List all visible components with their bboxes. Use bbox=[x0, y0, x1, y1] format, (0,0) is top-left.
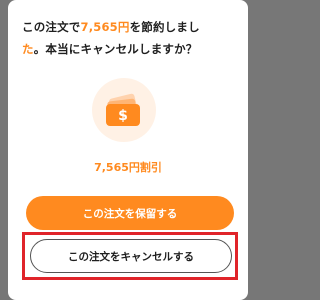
cancel-order-button[interactable]: この注文をキャンセルする bbox=[30, 239, 232, 273]
title-text-1: この注文で bbox=[22, 20, 81, 34]
wallet-dollar-icon: $ bbox=[106, 93, 140, 126]
title-text-4: 。本当にキャンセルしますか？ bbox=[33, 42, 198, 56]
title-text-2: を節約しまし bbox=[129, 20, 200, 34]
savings-icon-container: $ bbox=[92, 78, 156, 142]
cancel-confirm-dialog: この注文で7,565円を節約しました。本当にキャンセルしますか？ $ 7,565… bbox=[8, 0, 248, 300]
keep-order-button[interactable]: この注文を保留する bbox=[26, 196, 234, 230]
discount-amount: 7,565円割引 bbox=[94, 161, 162, 174]
title-text-3: た bbox=[22, 42, 34, 56]
svg-text:$: $ bbox=[118, 108, 128, 124]
title-amount: 7,565円 bbox=[80, 20, 130, 34]
dialog-title: この注文で7,565円を節約しました。本当にキャンセルしますか？ bbox=[22, 16, 236, 60]
